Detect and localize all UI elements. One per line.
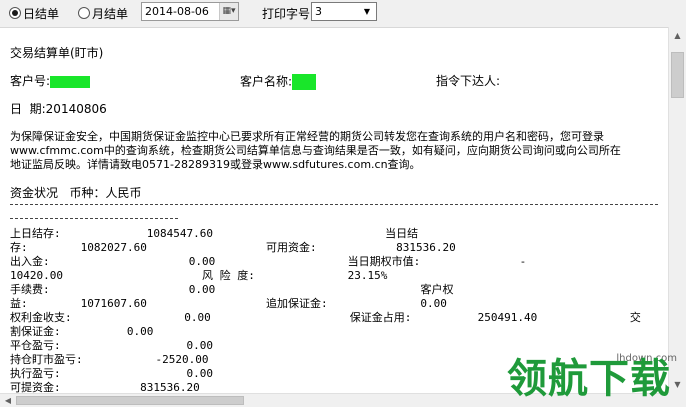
radio-monthly-statement[interactable]: 月结单 — [78, 5, 128, 21]
notice-line-1: 为保障保证金安全，中国期货保证金监控中心已要求所有正常经营的期货公司转发您在查询… — [10, 130, 604, 143]
customer-no-field: 客户号: — [10, 74, 91, 88]
date-value: 2014-08-06 — [145, 5, 209, 18]
fund-row: 手续费: 0.00 客户权 — [10, 283, 454, 296]
radio-daily-statement[interactable]: 日结单 — [9, 5, 59, 21]
fund-status-header: 资金状况 币种：人民币 — [10, 186, 142, 200]
chevron-down-icon: ▼ — [363, 7, 371, 16]
divider — [10, 204, 658, 205]
fund-row: 持仓盯市盈亏: -2520.00 — [10, 353, 209, 366]
radio-daily-label: 日结单 — [23, 6, 60, 21]
date-line: 日 期:20140806 — [10, 102, 107, 116]
watermark-brand: 领航下载 — [507, 356, 671, 402]
notice-line-2: www.cfmmc.com中的查询系统，检查期货公司结算单信息与查询结果是否一致… — [10, 144, 621, 157]
statement-title: 交易结算单(盯市) — [10, 46, 104, 60]
fund-row: 益: 1071607.60 追加保证金: 0.00 — [10, 297, 447, 310]
fund-row: 权利金收支: 0.00 保证金占用: 250491.40 交 — [10, 311, 641, 324]
divider — [10, 218, 178, 219]
toolbar: 日结单 月结单 2014-08-06 ▦▾ 打印字号 3 ▼ — [0, 0, 686, 26]
calendar-dropdown-icon[interactable]: ▦▾ — [219, 3, 238, 20]
horizontal-scroll-thumb[interactable] — [16, 396, 244, 405]
redaction-mask — [50, 75, 91, 88]
redaction-mask — [292, 74, 317, 90]
scroll-up-icon[interactable]: ▲ — [669, 27, 686, 44]
fund-row: 执行盈亏: 0.00 — [10, 367, 213, 380]
scroll-left-icon[interactable]: ◀ — [0, 394, 16, 407]
customer-name-field: 客户名称: — [240, 74, 317, 90]
statement-document: 交易结算单(盯市) 客户号: 客户名称: 指令下达人: 日 期:20140806… — [0, 27, 668, 394]
fund-row: 10420.00 风 险 度: 23.15% — [10, 269, 388, 282]
fund-row: 存: 1082027.60 可用资金: 831536.20 — [10, 241, 456, 254]
vertical-scrollbar[interactable]: ▲ ▼ — [668, 27, 686, 393]
radio-checked-icon — [9, 7, 21, 19]
customer-name-label: 客户名称: — [240, 74, 293, 89]
radio-monthly-label: 月结单 — [92, 6, 129, 21]
font-size-value: 3 — [315, 5, 322, 18]
fund-row: 上日结存: 1084547.60 当日结 — [10, 227, 419, 240]
font-size-select[interactable]: 3 ▼ — [311, 2, 377, 21]
fund-row: 出入金: 0.00 当日期权市值: - — [10, 255, 527, 268]
site-watermark: lhdown.com 领航下载 — [507, 349, 683, 407]
date-picker[interactable]: 2014-08-06 ▦▾ — [141, 2, 239, 21]
customer-no-label: 客户号: — [10, 74, 51, 88]
vertical-scroll-thumb[interactable] — [671, 52, 684, 98]
instruction-issuer-label: 指令下达人: — [436, 74, 501, 88]
print-font-size-label: 打印字号 — [262, 7, 311, 21]
radio-unchecked-icon — [78, 7, 90, 19]
fund-row: 割保证金: 0.00 — [10, 325, 154, 338]
notice-line-3: 地证监局反映。详情请致电0571-28289319或登录www.sdfuture… — [10, 158, 421, 171]
fund-row: 平仓盈亏: 0.00 — [10, 339, 213, 352]
